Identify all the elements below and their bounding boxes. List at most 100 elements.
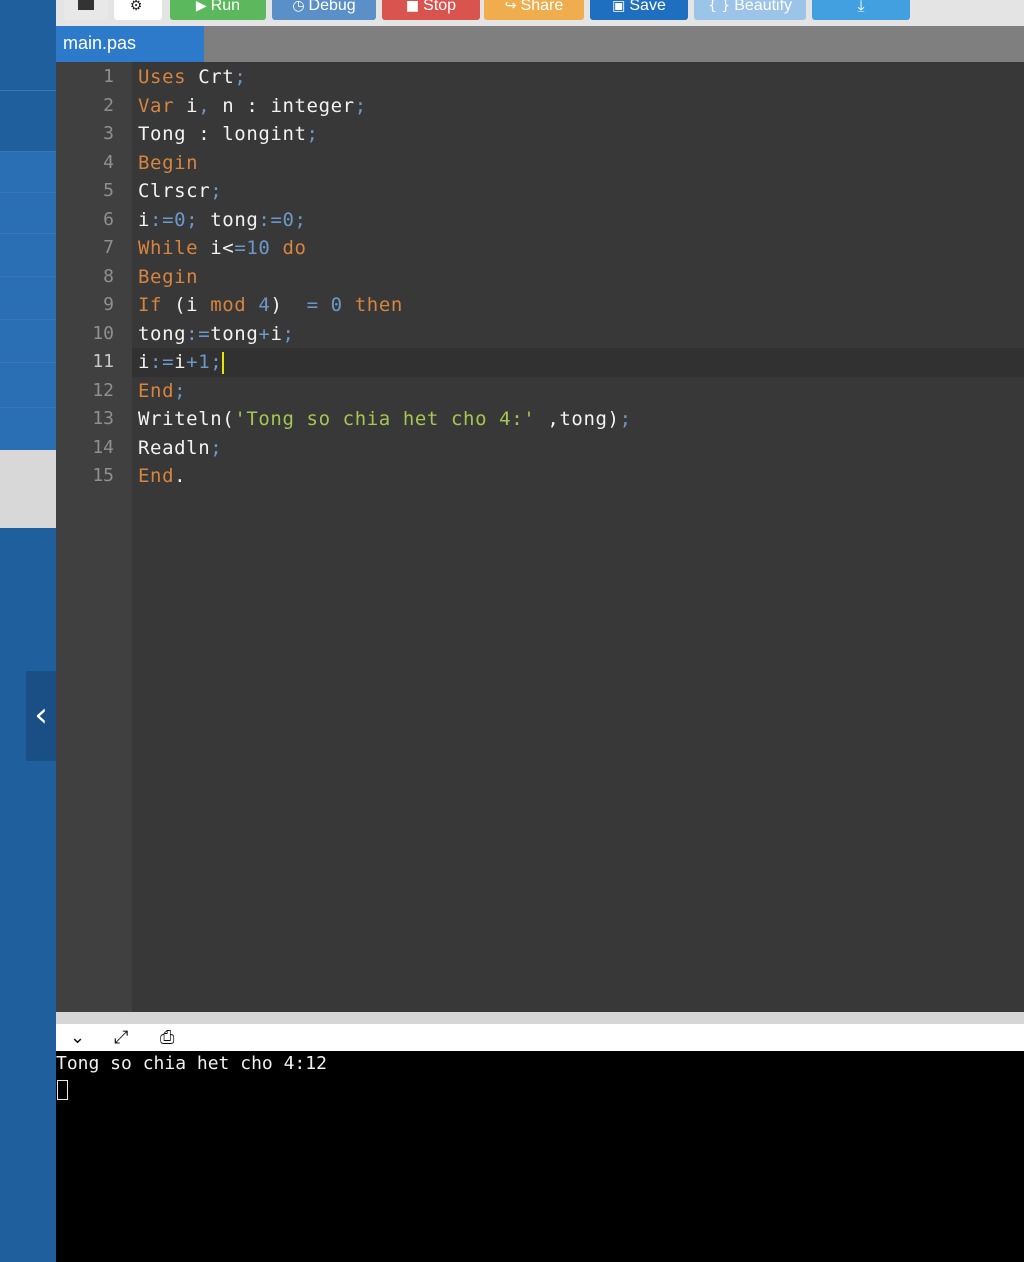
line-number: 1	[103, 66, 114, 87]
console-output[interactable]: Tong so chia het cho 4:12	[56, 1051, 1024, 1262]
code-token: ;	[210, 180, 223, 202]
download-icon: ⤓	[857, 0, 865, 15]
code-line[interactable]: While i<=10 do	[138, 234, 307, 263]
upload-settings-icon: ⚙	[129, 0, 143, 14]
clear-console-icon[interactable]: ⎙	[160, 1024, 174, 1051]
sidebar-item[interactable]	[0, 0, 56, 91]
code-token: Readln	[138, 436, 211, 459]
line-number: 13	[92, 408, 114, 429]
stop-button[interactable]: ■ Stop	[382, 0, 480, 20]
console-toolbar: ⌄ ⤢ ⎙	[56, 1024, 1024, 1051]
code-token: = 0	[306, 294, 343, 316]
code-token: While	[138, 237, 199, 259]
code-line[interactable]: i:=i+1;	[138, 348, 225, 377]
code-token: Tong : longint	[138, 123, 307, 145]
code-line[interactable]: Var i, n : integer;	[138, 92, 367, 121]
code-token: Crt	[186, 66, 235, 88]
code-token: Begin	[138, 151, 199, 174]
sidebar-item[interactable]	[0, 277, 56, 320]
code-line[interactable]: Clrscr;	[138, 177, 222, 206]
code-line[interactable]: Uses Crt;	[138, 63, 246, 92]
code-token: tong	[138, 322, 187, 345]
code-token: ;	[174, 379, 187, 402]
debug-label: Debug	[308, 0, 356, 14]
debug-icon: ◷	[292, 0, 305, 14]
beautify-button[interactable]: { } Beautify	[694, 0, 806, 20]
beautify-label: Beautify	[734, 0, 793, 14]
stop-label: Stop	[423, 0, 457, 14]
code-editor[interactable]: 1 2 3 4 5 6 7 8 9 10 11 12 13 14 15 Uses Crt; Var i, n …	[56, 62, 1024, 1012]
console-cursor	[57, 1080, 68, 1100]
sidebar-item[interactable]	[0, 91, 56, 152]
code-line[interactable]: End;	[138, 377, 186, 406]
line-number: 9	[103, 294, 114, 315]
code-token: i	[174, 351, 187, 373]
sidebar-item[interactable]	[0, 234, 56, 277]
code-line[interactable]: If (i mod 4) = 0 then	[138, 291, 403, 320]
save-icon: ▣	[612, 0, 626, 14]
line-number: 4	[103, 151, 114, 173]
code-line[interactable]: End.	[138, 462, 186, 491]
share-icon: ↪	[504, 0, 517, 14]
chevron-left-icon[interactable]: ‹	[26, 671, 56, 761]
run-button[interactable]: ▶ Run	[170, 0, 266, 20]
sidebar-item[interactable]	[0, 193, 56, 234]
code-line[interactable]: Writeln('Tong so chia het cho 4:' ,tong)…	[138, 405, 632, 434]
console-divider[interactable]	[56, 1012, 1024, 1024]
toolbar-button-1[interactable]	[64, 0, 108, 20]
code-line[interactable]: Begin	[138, 149, 198, 178]
code-token: i	[138, 351, 151, 373]
line-number: 6	[103, 208, 114, 230]
code-token: (i	[162, 294, 211, 316]
chevron-down-icon[interactable]: ⌄	[70, 1024, 85, 1051]
line-number: 2	[103, 94, 114, 116]
code-token: ;	[210, 436, 223, 459]
text-cursor	[222, 351, 225, 374]
code-token: i	[138, 208, 151, 231]
share-label: Share	[520, 0, 564, 14]
code-token: End	[138, 379, 175, 402]
tab-main-pas[interactable]: main.pas	[56, 26, 204, 62]
stop-icon: ■	[405, 0, 420, 14]
sidebar: ‹	[0, 0, 56, 1262]
sidebar-item[interactable]	[0, 363, 56, 408]
code-line[interactable]: Tong : longint;	[138, 120, 319, 149]
code-token: do	[270, 237, 307, 259]
code-token: )	[270, 294, 307, 316]
code-token: :=0;	[258, 208, 307, 231]
code-token: :=0;	[150, 208, 199, 231]
code-token: =10	[234, 237, 271, 259]
line-number: 10	[92, 322, 114, 344]
share-button[interactable]: ↪ Share	[484, 0, 584, 20]
line-number: 7	[103, 237, 114, 258]
code-token: ;	[234, 66, 247, 88]
toolbar-button-2[interactable]: ⚙	[114, 0, 162, 20]
code-token: then	[342, 294, 403, 316]
sidebar-item[interactable]	[0, 152, 56, 193]
code-line[interactable]: Readln;	[138, 434, 222, 463]
code-token: ,tong)	[535, 408, 620, 430]
code-token: +	[258, 322, 271, 345]
sidebar-item[interactable]	[0, 408, 56, 451]
dark-square-icon	[78, 0, 94, 10]
code-line[interactable]: Begin	[138, 263, 198, 292]
code-token: ;	[354, 94, 367, 117]
code-token: 4	[258, 294, 271, 316]
toolbar: ⚙ ▶ Run ◷ Debug ■ Stop ↪ Share ▣ Save { } Beau…	[56, 0, 1024, 26]
sidebar-item[interactable]	[0, 320, 56, 363]
debug-button[interactable]: ◷ Debug	[272, 0, 376, 20]
line-number: 3	[103, 123, 114, 144]
code-token: ;	[306, 123, 319, 145]
code-line[interactable]: i:=0; tong:=0;	[138, 206, 307, 235]
code-token: ;	[282, 322, 295, 345]
download-button[interactable]: ⤓	[812, 0, 910, 20]
code-token: tong	[210, 322, 259, 345]
code-token: +1;	[186, 351, 223, 373]
code-token: tong	[198, 208, 259, 231]
tab-bar: main.pas	[56, 26, 1024, 62]
code-line[interactable]: tong:=tong+i;	[138, 320, 295, 349]
save-button[interactable]: ▣ Save	[590, 0, 688, 20]
expand-icon[interactable]: ⤢	[114, 1024, 128, 1051]
code-token: Uses	[138, 66, 187, 88]
